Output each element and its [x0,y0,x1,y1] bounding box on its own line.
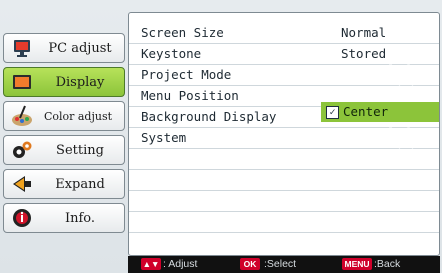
setting-row-screen-size[interactable]: Screen Size Normal [129,23,439,44]
option-label: Center [343,104,389,119]
setting-value: Normal [341,25,387,40]
select-hint: :Select [264,258,297,270]
menu-item-color-adjust[interactable]: Color adjust [3,101,125,131]
menu-item-label: PC adjust [48,40,112,56]
option-center[interactable]: ✓ Center [321,102,439,123]
setting-name: Screen Size [141,25,224,40]
menu-key-icon: MENU [342,258,372,270]
menu-item-setting[interactable]: Setting [3,135,125,165]
setting-icon [10,139,34,161]
option-lower-left[interactable]: Lower left [321,123,439,144]
menu-item-label: Display [55,74,105,90]
menu-item-label: Expand [55,176,105,192]
setting-value: Stored [341,46,387,61]
option-upper-right[interactable]: Upper right [321,81,439,102]
setting-name: Menu Position [141,88,239,103]
menu-item-label: Info. [64,210,96,226]
setting-name: Keystone [141,46,202,61]
menu-item-expand[interactable]: Expand [3,169,125,199]
option-lower-right[interactable]: Lower right [321,144,439,165]
option-upper-left[interactable]: Upper left [321,60,439,81]
setting-name: Project Mode [141,67,232,82]
menu-item-display[interactable]: Display [3,67,125,97]
ok-key-icon: OK [240,258,260,270]
option-label: Upper right [343,83,426,98]
display-icon [10,71,34,93]
menu-item-label: Color adjust [43,109,113,123]
option-label: Upper left [343,62,419,77]
info-icon [10,207,34,229]
option-label: Lower left [343,125,419,140]
color-adjust-icon [10,105,34,127]
checkmark-icon: ✓ [326,106,339,119]
pc-adjust-icon [10,37,34,59]
key-guide-bar: ▲▼ : Adjust OK :Select MENU :Back [128,256,440,273]
setting-row-empty [129,191,439,212]
projector-osd: PC adjust Display Color adjust Setting E… [0,0,442,273]
option-label: Lower right [343,146,426,161]
arrow-keys-icon: ▲▼ [141,258,161,270]
back-hint: :Back [374,258,401,270]
display-settings-panel: Screen Size Normal Keystone Stored Proje… [128,12,440,256]
setting-name: System [141,130,187,145]
menu-item-label: Setting [56,142,104,158]
setting-name: Background Display [141,109,277,124]
setting-row-empty [129,170,439,191]
menu-item-info[interactable]: Info. [3,203,125,233]
adjust-hint: : Adjust [163,258,198,270]
menu-item-pc-adjust[interactable]: PC adjust [3,33,125,63]
setting-row-empty [129,212,439,233]
expand-icon [10,173,34,195]
